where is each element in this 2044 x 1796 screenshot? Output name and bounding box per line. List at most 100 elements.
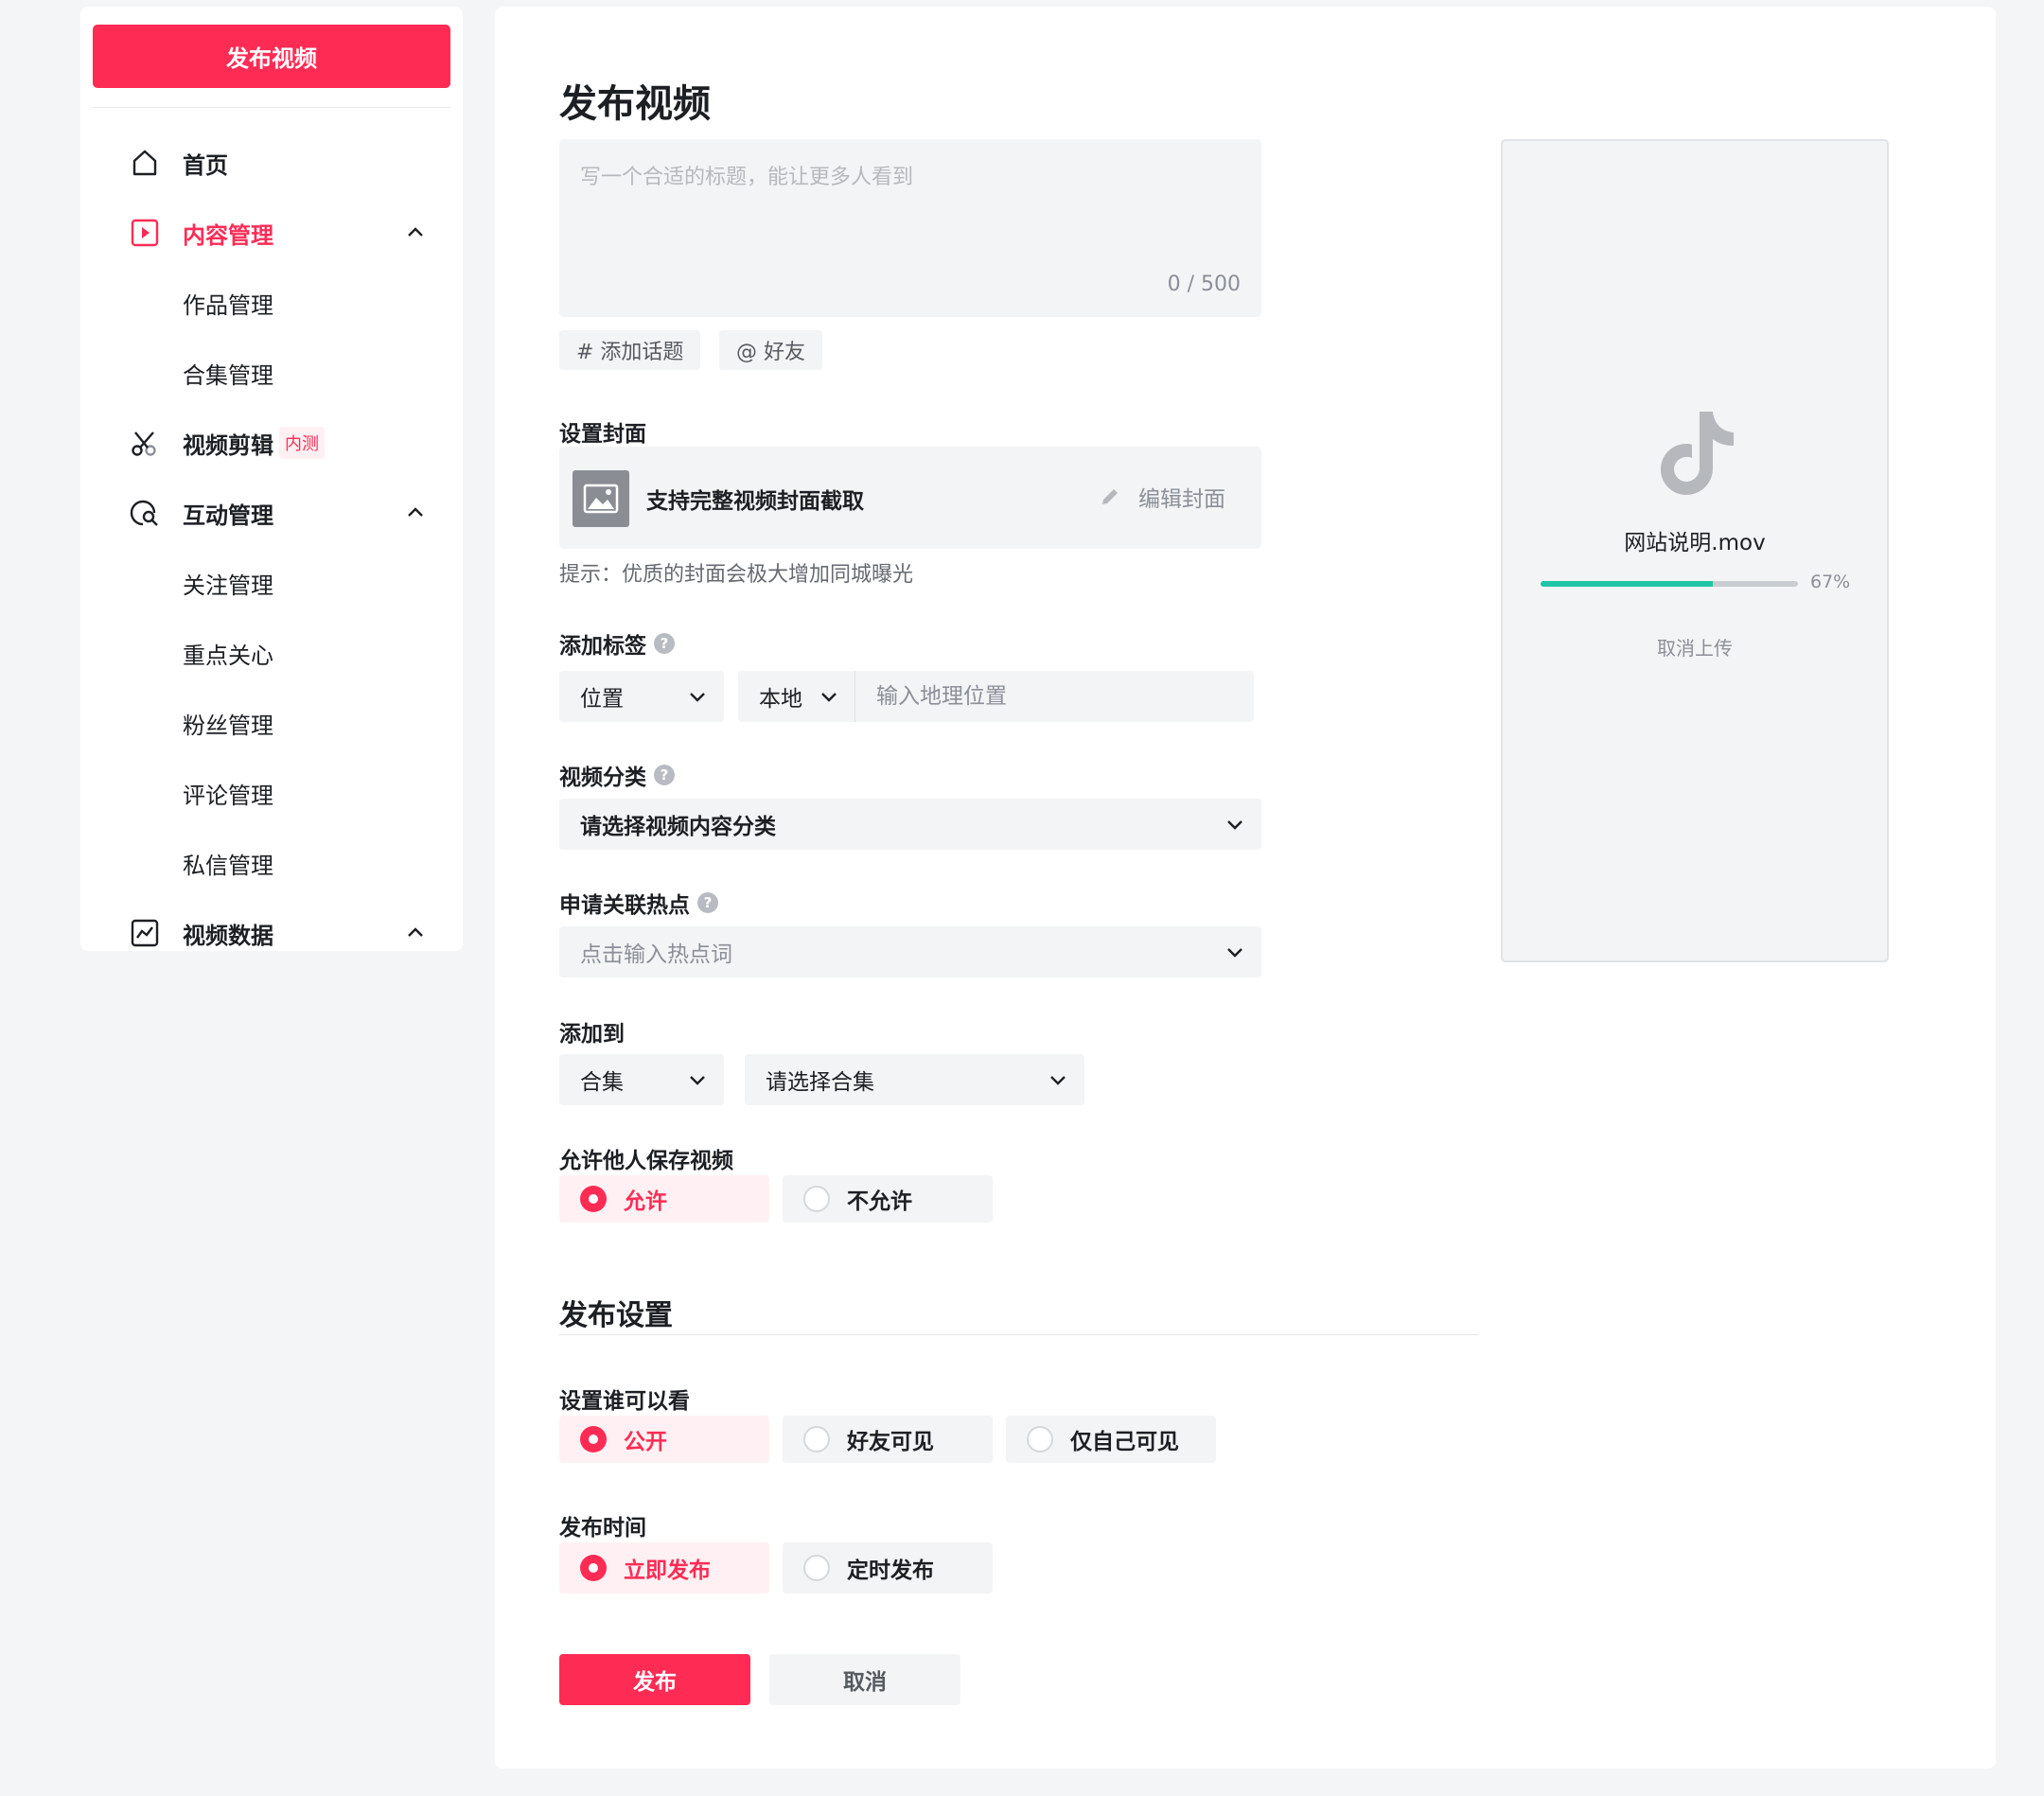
mention-friend-chip[interactable]: @ 好友 bbox=[719, 330, 822, 370]
collection-value: 请选择合集 bbox=[766, 1070, 874, 1095]
title-input-box: 0 / 500 bbox=[559, 139, 1261, 317]
chevron-down-icon bbox=[1225, 942, 1244, 961]
chevron-down-icon bbox=[1225, 815, 1244, 834]
publish-scheduled-radio[interactable]: 定时发布 bbox=[783, 1542, 993, 1594]
allow-save-no-radio[interactable]: 不允许 bbox=[783, 1175, 993, 1223]
add-topic-chip[interactable]: # 添加话题 bbox=[559, 330, 701, 370]
sidebar-item-label: 内容管理 bbox=[183, 221, 273, 249]
line-chart-icon bbox=[130, 918, 160, 948]
category-label-text: 视频分类 bbox=[559, 766, 646, 790]
chevron-down-icon bbox=[688, 1070, 707, 1089]
sidebar-item-works[interactable]: 作品管理 bbox=[80, 274, 463, 331]
help-icon[interactable]: ? bbox=[654, 633, 675, 654]
hotspot-label: 申请关联热点 ? bbox=[559, 887, 718, 919]
chevron-down-icon bbox=[819, 687, 838, 706]
radio-label: 不允许 bbox=[847, 1189, 912, 1214]
sidebar-item-video-data[interactable]: 视频数据 bbox=[80, 905, 463, 951]
sidebar-item-label: 合集管理 bbox=[183, 361, 273, 389]
radio-unchecked-icon bbox=[803, 1426, 830, 1453]
pencil-icon bbox=[1099, 485, 1121, 508]
chevron-up-icon bbox=[406, 223, 425, 242]
scissors-icon bbox=[130, 428, 160, 458]
cover-label: 设置封面 bbox=[559, 422, 646, 447]
sidebar-item-close-friends[interactable]: 重点关心 bbox=[80, 625, 463, 681]
radio-unchecked-icon bbox=[803, 1555, 830, 1581]
sidebar-publish-button[interactable]: 发布视频 bbox=[93, 25, 450, 88]
sidebar-item-label: 私信管理 bbox=[183, 852, 273, 879]
radio-label: 公开 bbox=[624, 1430, 667, 1454]
sidebar-item-content[interactable]: 内容管理 bbox=[80, 204, 463, 261]
tag-scope-select[interactable]: 本地 bbox=[738, 671, 855, 722]
upload-progress-fill bbox=[1541, 581, 1714, 587]
chevron-up-icon bbox=[406, 924, 425, 942]
sidebar-item-comments[interactable]: 评论管理 bbox=[80, 765, 463, 821]
tiktok-logo-icon bbox=[1654, 406, 1739, 501]
allow-save-yes-radio[interactable]: 允许 bbox=[559, 1175, 769, 1223]
sidebar-item-label: 关注管理 bbox=[183, 572, 273, 599]
sidebar-item-label: 视频数据 bbox=[183, 922, 273, 949]
section-divider bbox=[559, 1334, 1479, 1335]
title-input[interactable] bbox=[559, 139, 1261, 317]
image-icon bbox=[573, 470, 629, 527]
sidebar-item-label: 评论管理 bbox=[183, 782, 273, 809]
sidebar-item-fans[interactable]: 粉丝管理 bbox=[80, 695, 463, 751]
publish-time-label: 发布时间 bbox=[559, 1516, 646, 1541]
cover-hint: 提示：优质的封面会极大增加同城曝光 bbox=[559, 563, 914, 587]
category-select[interactable]: 请选择视频内容分类 bbox=[559, 799, 1261, 850]
tags-label: 添加标签 ? bbox=[559, 627, 675, 660]
beta-badge: 内测 bbox=[279, 427, 325, 459]
cover-box[interactable]: 支持完整视频封面截取 编辑封面 bbox=[559, 447, 1261, 549]
publish-button[interactable]: 发布 bbox=[559, 1654, 750, 1705]
sidebar-item-follow[interactable]: 关注管理 bbox=[80, 555, 463, 611]
sidebar-item-messages[interactable]: 私信管理 bbox=[80, 835, 463, 891]
sidebar-item-home[interactable]: 首页 bbox=[80, 134, 463, 191]
sidebar: 发布视频 首页 内容管理 作品管理 合集管理 视频剪辑 内测 互动管理 关注管理… bbox=[80, 7, 463, 951]
add-to-label: 添加到 bbox=[559, 1022, 625, 1047]
geo-location-input[interactable] bbox=[855, 671, 1254, 722]
tag-type-select[interactable]: 位置 bbox=[559, 671, 724, 722]
cancel-button[interactable]: 取消 bbox=[769, 1654, 960, 1705]
radio-label: 立即发布 bbox=[624, 1558, 711, 1583]
chevron-down-icon bbox=[688, 687, 707, 706]
sidebar-item-label: 视频剪辑 bbox=[183, 431, 273, 459]
hotspot-select[interactable]: 点击输入热点词 bbox=[559, 926, 1261, 977]
video-preview: 网站说明.mov 67% 取消上传 bbox=[1501, 139, 1889, 962]
add-to-type-value: 合集 bbox=[580, 1070, 624, 1095]
radio-label: 仅自己可见 bbox=[1070, 1430, 1179, 1454]
cancel-upload-button[interactable]: 取消上传 bbox=[1503, 633, 1887, 660]
hotspot-label-text: 申请关联热点 bbox=[559, 893, 690, 918]
sidebar-item-label: 首页 bbox=[183, 151, 228, 179]
help-icon[interactable]: ? bbox=[654, 765, 675, 785]
publish-settings-title: 发布设置 bbox=[559, 1299, 673, 1332]
sidebar-item-collections[interactable]: 合集管理 bbox=[80, 344, 463, 401]
geo-location-field bbox=[855, 671, 1254, 722]
sidebar-item-video-edit[interactable]: 视频剪辑 内测 bbox=[80, 414, 463, 471]
radio-unchecked-icon bbox=[1027, 1426, 1053, 1453]
page-title: 发布视频 bbox=[559, 82, 711, 126]
publish-now-radio[interactable]: 立即发布 bbox=[559, 1542, 769, 1594]
radio-unchecked-icon bbox=[803, 1186, 830, 1212]
visibility-public-radio[interactable]: 公开 bbox=[559, 1416, 769, 1463]
collection-select[interactable]: 请选择合集 bbox=[745, 1054, 1084, 1105]
edit-cover-button[interactable]: 编辑封面 bbox=[1099, 481, 1225, 513]
sidebar-divider bbox=[93, 107, 450, 108]
visibility-label: 设置谁可以看 bbox=[559, 1389, 690, 1414]
cover-description: 支持完整视频封面截取 bbox=[646, 489, 864, 514]
tags-label-text: 添加标签 bbox=[559, 634, 646, 659]
chat-search-icon bbox=[130, 498, 160, 528]
home-icon bbox=[130, 148, 160, 178]
radio-checked-icon bbox=[580, 1555, 607, 1581]
visibility-private-radio[interactable]: 仅自己可见 bbox=[1006, 1416, 1216, 1463]
visibility-friends-radio[interactable]: 好友可见 bbox=[783, 1416, 993, 1463]
play-square-icon bbox=[130, 218, 160, 248]
help-icon[interactable]: ? bbox=[697, 892, 718, 913]
hotspot-placeholder: 点击输入热点词 bbox=[580, 942, 732, 967]
sidebar-item-label: 重点关心 bbox=[183, 642, 273, 669]
chevron-down-icon bbox=[1048, 1070, 1067, 1089]
sidebar-item-interaction[interactable]: 互动管理 bbox=[80, 484, 463, 541]
main-panel: 发布视频 0 / 500 # 添加话题 @ 好友 设置封面 支持完整视频封面截取… bbox=[495, 7, 1996, 1769]
radio-label: 好友可见 bbox=[847, 1430, 934, 1454]
upload-progress-bar bbox=[1541, 581, 1798, 587]
add-to-type-select[interactable]: 合集 bbox=[559, 1054, 724, 1105]
sidebar-item-label: 作品管理 bbox=[183, 291, 273, 319]
